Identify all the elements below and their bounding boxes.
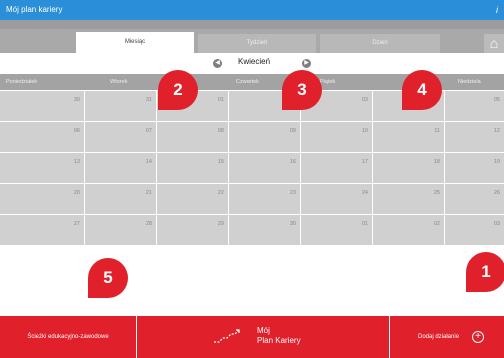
day-cell[interactable]: 21 bbox=[85, 184, 156, 214]
annotation-badge-2: 2 bbox=[158, 70, 198, 110]
tab-week[interactable]: Tydzień bbox=[198, 34, 316, 53]
day-number: 01 bbox=[217, 97, 224, 103]
day-cell[interactable]: 30 bbox=[229, 215, 300, 245]
day-number: 16 bbox=[289, 159, 296, 165]
day-cell[interactable]: 11 bbox=[373, 122, 444, 152]
day-number: 24 bbox=[361, 190, 368, 196]
day-cell[interactable]: 08 bbox=[157, 122, 228, 152]
day-number: 02 bbox=[433, 221, 440, 227]
next-month-icon[interactable]: ▶ bbox=[302, 59, 311, 68]
day-cell[interactable]: 01 bbox=[301, 215, 372, 245]
day-cell[interactable]: 13 bbox=[0, 153, 84, 183]
day-cell[interactable]: 05 bbox=[445, 91, 504, 121]
add-activity-label: Dodaj działanie bbox=[418, 334, 460, 340]
day-number: 12 bbox=[493, 128, 500, 134]
day-number: 08 bbox=[217, 128, 224, 134]
month-navigator: ◀ Kwiecień ▶ bbox=[0, 53, 504, 73]
education-paths-button[interactable]: Ścieżki edukacyjno-zawodowe bbox=[0, 316, 136, 358]
day-number: 23 bbox=[289, 190, 296, 196]
day-cell[interactable]: 28 bbox=[85, 215, 156, 245]
window-title: Mój plan kariery bbox=[6, 5, 63, 14]
my-career-plan-button[interactable]: Mój Plan Kariery bbox=[137, 316, 389, 358]
day-number: 06 bbox=[73, 128, 80, 134]
day-number: 13 bbox=[73, 159, 80, 165]
day-number: 14 bbox=[145, 159, 152, 165]
career-plan-line1: Mój bbox=[257, 326, 270, 335]
tab-day[interactable]: Dzień bbox=[320, 34, 440, 53]
day-number: 19 bbox=[493, 159, 500, 165]
day-number: 31 bbox=[145, 97, 152, 103]
header-stripe bbox=[0, 20, 504, 29]
day-cell[interactable]: 16 bbox=[229, 153, 300, 183]
weekday-label: Poniedziałek bbox=[6, 79, 38, 85]
info-icon[interactable]: i bbox=[496, 0, 498, 20]
day-cell[interactable]: 03 bbox=[445, 215, 504, 245]
day-number: 29 bbox=[217, 221, 224, 227]
annotation-badge-3: 3 bbox=[282, 70, 322, 110]
week-row: 13 14 15 16 17 18 19 bbox=[0, 153, 504, 184]
day-cell[interactable]: 20 bbox=[0, 184, 84, 214]
day-cell[interactable]: 14 bbox=[85, 153, 156, 183]
day-number: 07 bbox=[145, 128, 152, 134]
day-number: 28 bbox=[145, 221, 152, 227]
day-number: 09 bbox=[289, 128, 296, 134]
day-number: 10 bbox=[361, 128, 368, 134]
home-icon[interactable]: ⌂ bbox=[484, 34, 504, 53]
tab-month[interactable]: Miesiąc bbox=[76, 32, 194, 53]
day-cell[interactable]: 26 bbox=[445, 184, 504, 214]
day-cell[interactable]: 25 bbox=[373, 184, 444, 214]
day-cell[interactable]: 09 bbox=[229, 122, 300, 152]
add-activity-button[interactable]: Dodaj działanie + bbox=[390, 316, 504, 358]
day-number: 30 bbox=[73, 97, 80, 103]
annotation-badge-1: 1 bbox=[466, 252, 504, 292]
day-cell[interactable]: 17 bbox=[301, 153, 372, 183]
day-number: 17 bbox=[361, 159, 368, 165]
week-row: 20 21 22 23 24 25 26 bbox=[0, 184, 504, 215]
day-number: 27 bbox=[73, 221, 80, 227]
annotation-badge-5: 5 bbox=[88, 258, 128, 298]
month-label: Kwiecień bbox=[238, 57, 271, 66]
weekday-label: Czwartek bbox=[236, 79, 259, 85]
day-number: 25 bbox=[433, 190, 440, 196]
day-cell[interactable]: 02 bbox=[373, 215, 444, 245]
day-number: 11 bbox=[434, 128, 440, 134]
week-row: 06 07 08 09 10 11 12 bbox=[0, 122, 504, 153]
day-cell[interactable]: 30 bbox=[0, 91, 84, 121]
day-cell[interactable]: 06 bbox=[0, 122, 84, 152]
career-path-icon bbox=[214, 329, 240, 343]
day-cell[interactable]: 29 bbox=[157, 215, 228, 245]
day-cell[interactable]: 12 bbox=[445, 122, 504, 152]
day-number: 15 bbox=[217, 159, 224, 165]
weekday-label: Piątek bbox=[320, 79, 336, 85]
day-number: 05 bbox=[493, 97, 500, 103]
day-cell[interactable]: 18 bbox=[373, 153, 444, 183]
day-cell[interactable]: 10 bbox=[301, 122, 372, 152]
day-number: 30 bbox=[289, 221, 296, 227]
day-number: 26 bbox=[493, 190, 500, 196]
day-cell[interactable]: 27 bbox=[0, 215, 84, 245]
day-cell[interactable]: 23 bbox=[229, 184, 300, 214]
day-cell[interactable]: 24 bbox=[301, 184, 372, 214]
day-cell[interactable]: 07 bbox=[85, 122, 156, 152]
annotation-badge-4: 4 bbox=[402, 70, 442, 110]
day-number: 22 bbox=[217, 190, 224, 196]
weekday-label: Niedziela bbox=[458, 79, 481, 85]
window-titlebar: Mój plan kariery i bbox=[0, 0, 504, 20]
plus-icon: + bbox=[472, 331, 484, 343]
prev-month-icon[interactable]: ◀ bbox=[213, 59, 222, 68]
day-number: 21 bbox=[145, 190, 152, 196]
day-number: 20 bbox=[73, 190, 80, 196]
day-cell[interactable]: 22 bbox=[157, 184, 228, 214]
week-row: 27 28 29 30 01 02 03 bbox=[0, 215, 504, 246]
career-plan-label: Mój Plan Kariery bbox=[257, 326, 301, 346]
day-number: 03 bbox=[493, 221, 500, 227]
day-number: 01 bbox=[361, 221, 368, 227]
day-cell[interactable]: 31 bbox=[85, 91, 156, 121]
day-cell[interactable]: 15 bbox=[157, 153, 228, 183]
career-plan-line2: Plan Kariery bbox=[257, 336, 301, 345]
weekday-label: Wtorek bbox=[110, 79, 128, 85]
day-number: 18 bbox=[433, 159, 440, 165]
day-number: 03 bbox=[361, 97, 368, 103]
day-cell[interactable]: 19 bbox=[445, 153, 504, 183]
